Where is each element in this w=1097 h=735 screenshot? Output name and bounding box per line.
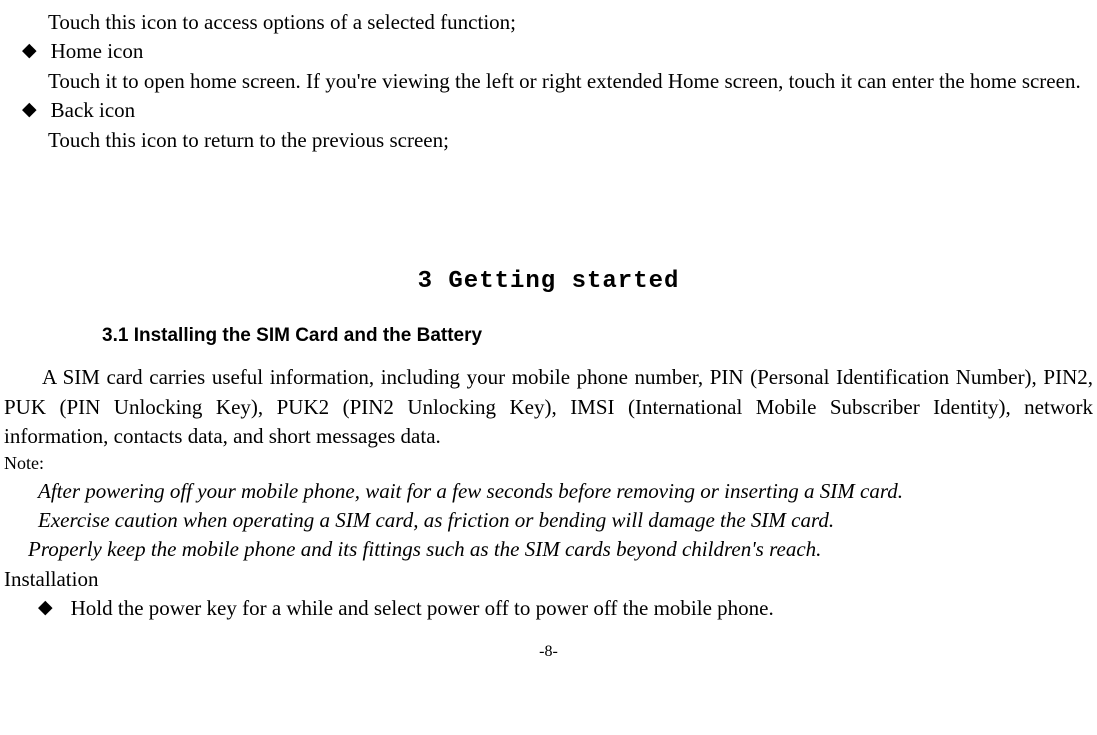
sim-paragraph: A SIM card carries useful information, i… — [4, 363, 1093, 451]
diamond-icon: ◆ — [22, 37, 37, 66]
home-icon-bullet: ◆ Home icon — [4, 37, 1093, 66]
installation-bullet: ◆ Hold the power key for a while and sel… — [4, 594, 1093, 623]
note-label: Note: — [4, 451, 1093, 476]
home-icon-description: Touch it to open home screen. If you're … — [4, 67, 1093, 96]
installation-label: Installation — [4, 565, 1093, 594]
options-description: Touch this icon to access options of a s… — [4, 8, 1093, 37]
page-number: -8- — [4, 641, 1093, 663]
note-line-2: Exercise caution when operating a SIM ca… — [4, 506, 1093, 535]
back-icon-description: Touch this icon to return to the previou… — [4, 126, 1093, 155]
home-icon-label: Home icon — [51, 37, 1093, 66]
subsection-title: 3.1 Installing the SIM Card and the Batt… — [4, 323, 1093, 350]
diamond-icon: ◆ — [22, 96, 37, 125]
diamond-icon: ◆ — [38, 594, 53, 623]
note-line-3: Properly keep the mobile phone and its f… — [4, 535, 1093, 564]
installation-step: Hold the power key for a while and selec… — [71, 594, 1093, 623]
section-title: 3 Getting started — [4, 265, 1093, 299]
back-icon-label: Back icon — [51, 96, 1093, 125]
note-line-1: After powering off your mobile phone, wa… — [4, 477, 1093, 506]
back-icon-bullet: ◆ Back icon — [4, 96, 1093, 125]
